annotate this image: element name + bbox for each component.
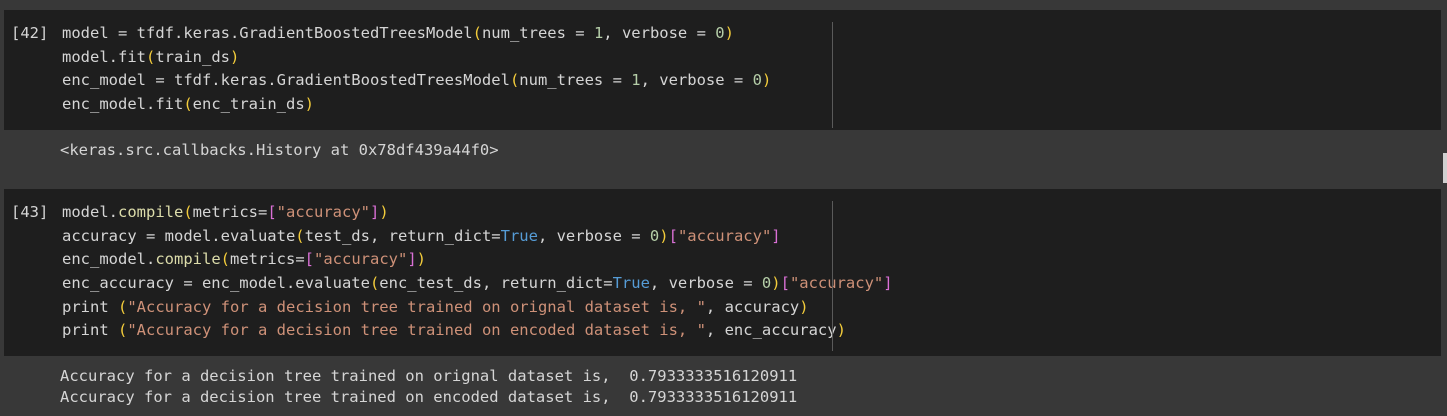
- output-line: Accuracy for a decision tree trained on …: [60, 367, 798, 385]
- code-token: ): [379, 203, 389, 221]
- code-token: True: [500, 226, 538, 245]
- code-token: ]: [883, 274, 893, 293]
- code-token: metrics=: [192, 203, 268, 221]
- code-token: (: [509, 71, 520, 90]
- code-token: 0: [752, 71, 762, 90]
- code-token: ): [799, 297, 809, 316]
- code-token: ]: [771, 226, 781, 245]
- code-token: 0: [649, 226, 660, 245]
- code-line: enc_model.compile(metrics=["accuracy"]): [62, 248, 893, 272]
- code-token: ): [761, 71, 772, 90]
- code-token: model = tfdf.keras.GradientBoostedTreesM…: [62, 24, 473, 42]
- code-token: "accuracy": [314, 250, 408, 269]
- cell-output-42: <keras.src.callbacks.History at 0x78df43…: [60, 140, 499, 161]
- code-line: model.fit(train_ds): [62, 46, 771, 70]
- code-line: model.compile(metrics=["accuracy"]): [62, 201, 893, 225]
- code-line: model = tfdf.keras.GradientBoostedTreesM…: [62, 22, 771, 46]
- code-token: , verbose =: [640, 71, 753, 90]
- code-token: [: [304, 250, 314, 269]
- code-token: (: [118, 321, 128, 340]
- execution-count: [42]: [11, 24, 49, 42]
- code-token: enc_model.fit: [62, 95, 184, 114]
- code-editor[interactable]: model.compile(metrics=["accuracy"]) accur…: [62, 201, 893, 343]
- code-token: enc_train_ds: [192, 95, 305, 114]
- code-token: num_trees =: [519, 71, 632, 90]
- code-token: [: [267, 203, 277, 221]
- code-token: compile: [118, 203, 184, 221]
- code-token: (: [183, 95, 193, 114]
- line-length-ruler: [832, 201, 833, 351]
- code-token: ): [771, 274, 781, 293]
- code-line: enc_model = tfdf.keras.GradientBoostedTr…: [62, 69, 771, 93]
- code-cell-42[interactable]: [42] model = tfdf.keras.GradientBoostedT…: [4, 10, 1441, 130]
- code-cell-43[interactable]: [43] model.compile(metrics=["accuracy"])…: [4, 189, 1441, 356]
- code-token: test_ds, return_dict=: [304, 226, 501, 245]
- code-token: (: [146, 47, 156, 66]
- code-token: print: [62, 321, 118, 340]
- code-token: enc_accuracy = enc_model.evaluate: [62, 274, 370, 293]
- code-line: enc_accuracy = enc_model.evaluate(enc_te…: [62, 272, 893, 296]
- code-token: ): [836, 321, 846, 340]
- code-token: (: [183, 203, 193, 221]
- code-token: 0: [715, 24, 725, 42]
- code-token: ): [230, 47, 240, 66]
- code-token: , accuracy: [705, 297, 800, 316]
- code-token: "Accuracy for a decision tree trained on…: [127, 321, 706, 340]
- code-token: ): [659, 226, 669, 245]
- code-token: model.fit: [62, 47, 146, 66]
- cell-output-43: Accuracy for a decision tree trained on …: [60, 366, 797, 408]
- code-line: print ("Accuracy for a decision tree tra…: [62, 319, 893, 343]
- code-token: (: [220, 250, 230, 269]
- code-token: enc_model = tfdf.keras.GradientBoostedTr…: [62, 71, 510, 90]
- code-token: (: [295, 226, 305, 245]
- code-token: metrics=: [230, 250, 305, 269]
- line-length-ruler: [832, 22, 833, 128]
- code-token: ): [724, 24, 734, 42]
- code-token: 1: [593, 24, 604, 42]
- code-token: (: [472, 24, 482, 42]
- code-token: num_trees =: [481, 24, 594, 42]
- code-token: ): [304, 95, 314, 114]
- code-token: enc_model.: [62, 250, 156, 269]
- code-token: train_ds: [155, 47, 230, 66]
- code-token: print: [62, 297, 118, 316]
- scrollbar-thumb[interactable]: [1443, 153, 1447, 183]
- code-token: , verbose =: [649, 274, 762, 293]
- code-token: [: [668, 226, 678, 245]
- code-line: enc_model.fit(enc_train_ds): [62, 93, 771, 117]
- code-editor[interactable]: model = tfdf.keras.GradientBoostedTreesM…: [62, 22, 771, 117]
- output-line: Accuracy for a decision tree trained on …: [60, 388, 798, 406]
- output-line: <keras.src.callbacks.History at 0x78df43…: [60, 141, 499, 159]
- code-token: model.: [62, 203, 118, 221]
- code-token: ): [416, 250, 427, 269]
- code-token: , verbose =: [537, 226, 650, 245]
- toolbar-strip: [0, 0, 1447, 10]
- code-token: accuracy = model.evaluate: [62, 226, 296, 245]
- code-token: (: [118, 297, 128, 316]
- code-token: ]: [370, 203, 380, 221]
- code-token: enc_test_ds, return_dict=: [379, 274, 613, 293]
- code-token: "accuracy": [789, 274, 884, 293]
- code-token: True: [612, 274, 650, 293]
- execution-count: [43]: [11, 203, 49, 221]
- code-token: compile: [155, 250, 221, 269]
- code-token: "accuracy": [677, 226, 772, 245]
- code-token: 1: [631, 71, 641, 90]
- code-line: accuracy = model.evaluate(test_ds, retur…: [62, 225, 893, 249]
- code-token: , verbose =: [603, 24, 716, 42]
- code-line: print ("Accuracy for a decision tree tra…: [62, 296, 893, 320]
- code-token: (: [369, 274, 380, 293]
- code-token: "accuracy": [276, 203, 370, 221]
- code-token: [: [780, 274, 790, 293]
- code-token: "Accuracy for a decision tree trained on…: [127, 297, 706, 316]
- code-token: , enc_accuracy: [705, 321, 837, 340]
- code-token: ]: [407, 250, 417, 269]
- code-token: 0: [761, 274, 772, 293]
